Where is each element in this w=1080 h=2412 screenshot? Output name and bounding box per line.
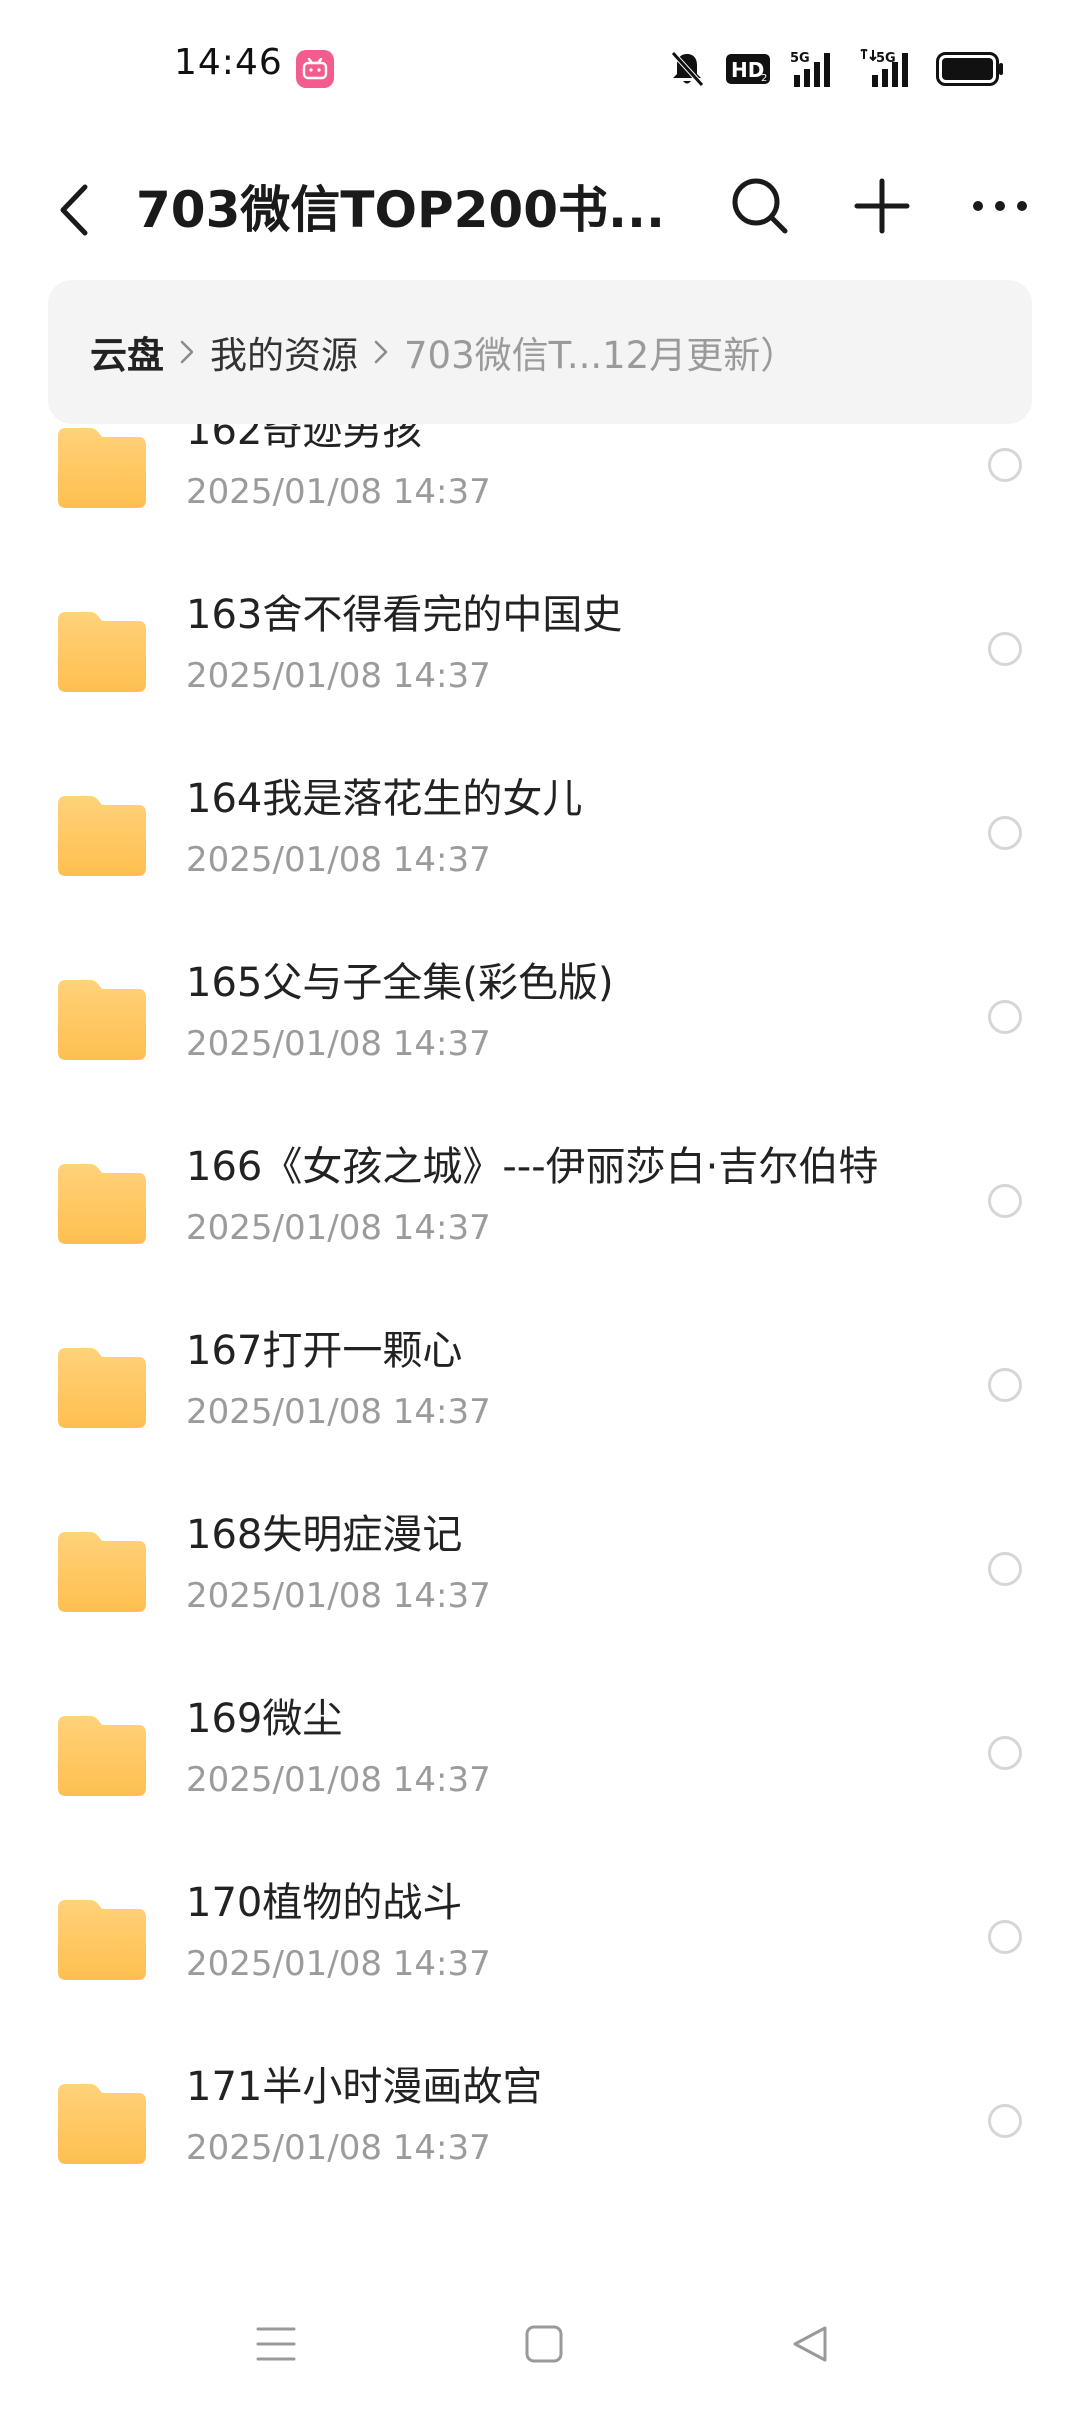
page-title: 703微信TOP200书...: [136, 181, 665, 239]
select-radio[interactable]: [988, 816, 1022, 850]
nav-menu-button[interactable]: [238, 2312, 314, 2376]
breadcrumb: 云盘 我的资源 703微信T...12月更新）: [48, 280, 1032, 424]
file-date: 2025/01/08 14:37: [186, 1392, 491, 1432]
battery-icon: [936, 52, 1003, 86]
breadcrumb-my-resources[interactable]: 我的资源: [210, 325, 358, 379]
file-row[interactable]: 164我是落花生的女儿 2025/01/08 14:37: [0, 740, 1080, 924]
file-name: 168失明症漫记: [186, 1512, 463, 1558]
home-square-icon: [525, 2325, 563, 2363]
file-name: 167打开一颗心: [186, 1328, 463, 1374]
file-row[interactable]: 167打开一颗心 2025/01/08 14:37: [0, 1292, 1080, 1476]
file-name: 163舍不得看完的中国史: [186, 592, 623, 638]
screen: 14:46 HD 2 5G 5G 703微信TOP200书... 云盘 我的资源…: [0, 0, 1080, 2412]
status-bar: 14:46 HD 2 5G 5G: [0, 0, 1080, 140]
menu-icon: [256, 2327, 296, 2361]
add-button[interactable]: [844, 166, 920, 246]
back-triangle-icon: [793, 2326, 827, 2362]
nav-back-button[interactable]: [772, 2312, 848, 2376]
signal-5g-data-icon: 5G: [860, 49, 908, 87]
file-date: 2025/01/08 14:37: [186, 1576, 491, 1616]
file-date: 2025/01/08 14:37: [186, 1760, 491, 1800]
folder-icon: [58, 1716, 146, 1796]
select-radio[interactable]: [988, 1920, 1022, 1954]
folder-icon: [58, 1532, 146, 1612]
app-bar: 703微信TOP200书...: [0, 140, 1080, 280]
file-row[interactable]: 171半小时漫画故宫 2025/01/08 14:37: [0, 2028, 1080, 2212]
file-row[interactable]: 162奇迹男孩 2025/01/08 14:37: [0, 424, 1080, 556]
hd-voice-icon: HD 2: [726, 54, 770, 84]
folder-icon: [58, 796, 146, 876]
back-button[interactable]: [44, 160, 104, 260]
folder-icon: [58, 2084, 146, 2164]
file-name: 165父与子全集(彩色版): [186, 960, 614, 1006]
net1-label: 5G: [790, 51, 810, 66]
file-row[interactable]: 166《女孩之城》---伊丽莎白·吉尔伯特 2025/01/08 14:37: [0, 1108, 1080, 1292]
file-name: 170植物的战斗: [186, 1880, 463, 1926]
plus-icon: [854, 178, 910, 234]
more-button[interactable]: [962, 166, 1038, 246]
file-list: 162奇迹男孩 2025/01/08 14:37 163舍不得看完的中国史 20…: [0, 424, 1080, 2272]
breadcrumb-root[interactable]: 云盘: [90, 325, 164, 379]
hd-sub: 2: [761, 73, 767, 84]
file-name: 162奇迹男孩: [186, 424, 423, 454]
file-name: 171半小时漫画故宫: [186, 2064, 543, 2110]
chevron-right-icon: [374, 340, 388, 364]
file-row[interactable]: 165父与子全集(彩色版) 2025/01/08 14:37: [0, 924, 1080, 1108]
file-row[interactable]: 168失明症漫记 2025/01/08 14:37: [0, 1476, 1080, 1660]
file-name: 164我是落花生的女儿: [186, 776, 583, 822]
folder-icon: [58, 428, 146, 508]
file-name: 166《女孩之城》---伊丽莎白·吉尔伯特: [186, 1144, 879, 1190]
select-radio[interactable]: [988, 2104, 1022, 2138]
breadcrumb-current: 703微信T...12月更新）: [404, 334, 798, 377]
file-row[interactable]: 169微尘 2025/01/08 14:37: [0, 1660, 1080, 1844]
search-button[interactable]: [722, 166, 798, 246]
mute-icon: [671, 51, 704, 87]
status-time: 14:46: [174, 42, 283, 83]
folder-icon: [58, 1164, 146, 1244]
file-row[interactable]: 170植物的战斗 2025/01/08 14:37: [0, 1844, 1080, 2028]
file-date: 2025/01/08 14:37: [186, 656, 491, 696]
signal-5g-icon: 5G: [790, 51, 830, 87]
file-date: 2025/01/08 14:37: [186, 1208, 491, 1248]
bilibili-icon: [296, 50, 334, 88]
file-date: 2025/01/08 14:37: [186, 840, 491, 880]
nav-home-button[interactable]: [506, 2312, 582, 2376]
file-date: 2025/01/08 14:37: [186, 1944, 491, 1984]
folder-icon: [58, 612, 146, 692]
select-radio[interactable]: [988, 1184, 1022, 1218]
back-icon: [60, 184, 88, 236]
select-radio[interactable]: [988, 1552, 1022, 1586]
folder-icon: [58, 1348, 146, 1428]
select-radio[interactable]: [988, 1736, 1022, 1770]
file-date: 2025/01/08 14:37: [186, 1024, 491, 1064]
hd-label: HD: [731, 58, 764, 82]
file-date: 2025/01/08 14:37: [186, 2128, 491, 2168]
file-row[interactable]: 163舍不得看完的中国史 2025/01/08 14:37: [0, 556, 1080, 740]
file-name: 169微尘: [186, 1696, 343, 1742]
nav-bar: [0, 2272, 1080, 2412]
chevron-right-icon: [180, 340, 194, 364]
select-radio[interactable]: [988, 1368, 1022, 1402]
select-radio[interactable]: [988, 1000, 1022, 1034]
select-radio[interactable]: [988, 632, 1022, 666]
more-icon: [973, 201, 1027, 211]
folder-icon: [58, 1900, 146, 1980]
folder-icon: [58, 980, 146, 1060]
select-radio[interactable]: [988, 448, 1022, 482]
file-date: 2025/01/08 14:37: [186, 472, 491, 512]
search-icon: [732, 178, 788, 234]
